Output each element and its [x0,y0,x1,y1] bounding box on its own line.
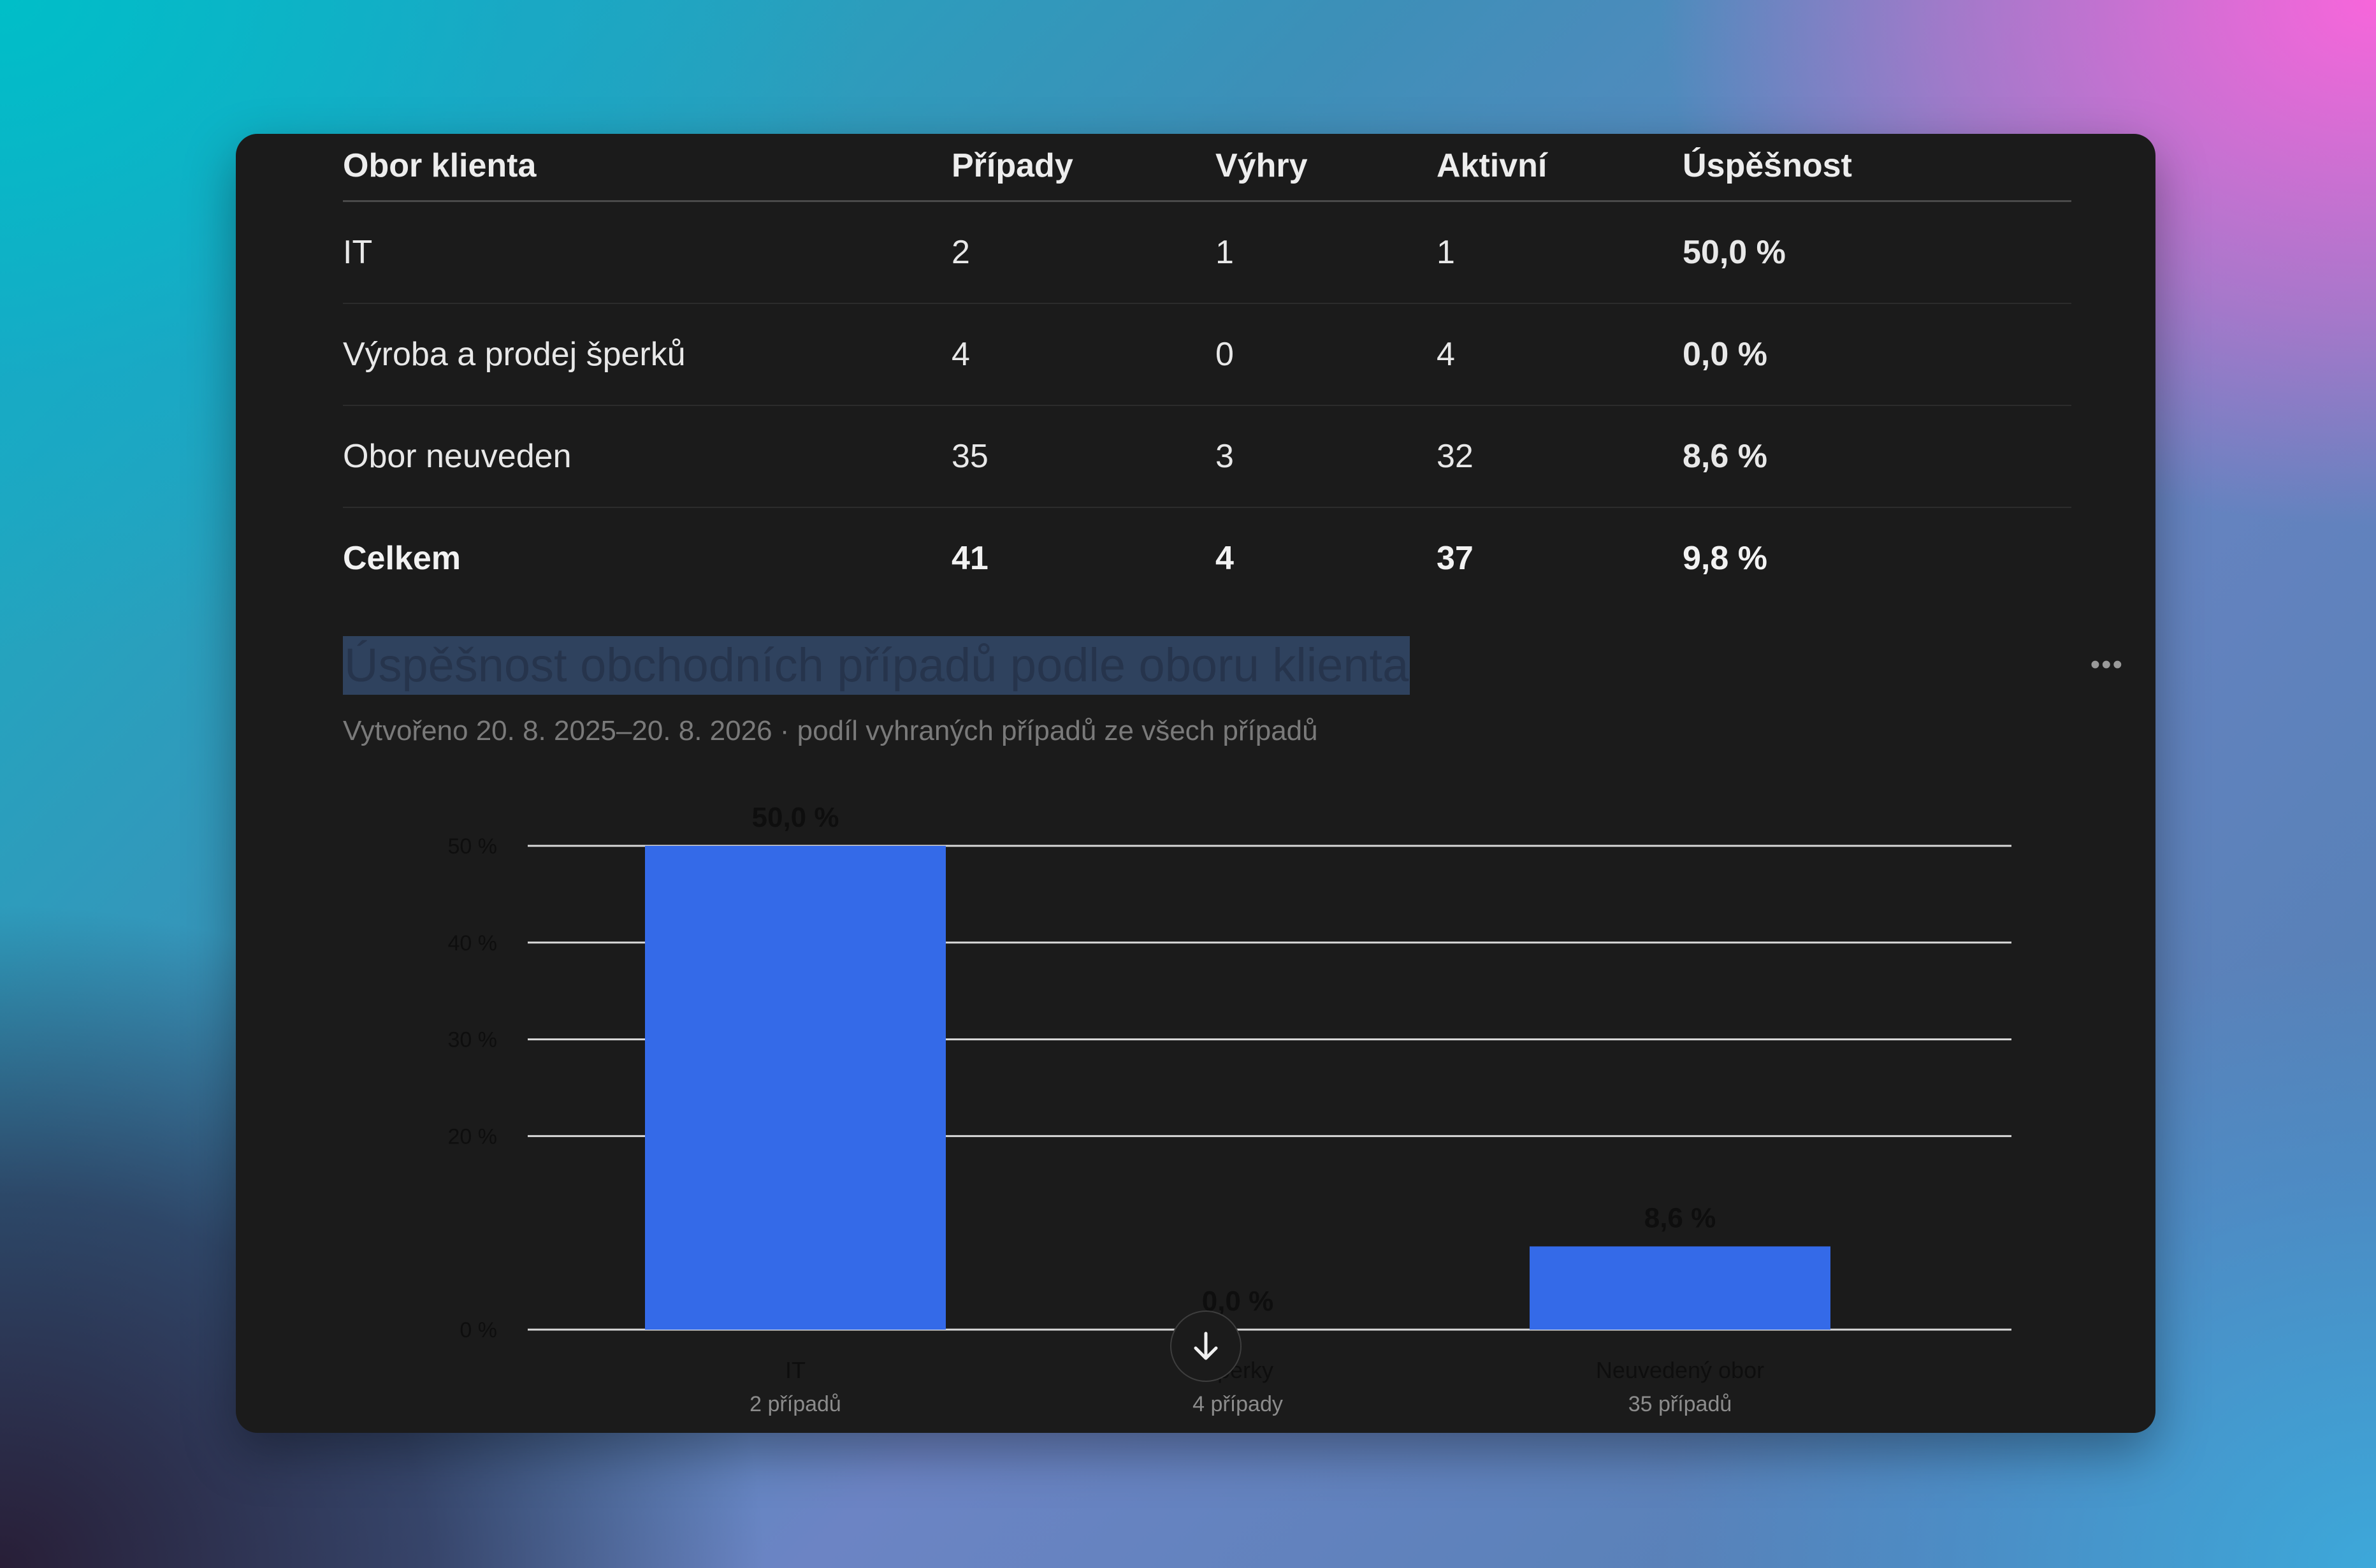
x-tick-sublabel: 2 případů [750,1392,841,1416]
bar-chart: 0 %20 %30 %40 %50 %50,0 %IT2 případů0,0 … [448,802,2011,1416]
bar [645,846,946,1330]
x-tick-sublabel: 35 případů [1628,1392,1732,1416]
data-label: 8,6 % [1644,1202,1716,1233]
y-tick-label: 0 % [460,1318,497,1342]
x-tick-label: Neuvedený obor [1596,1357,1764,1383]
y-tick-label: 40 % [448,931,498,955]
report-card: Obor klienta Případy Výhry Aktivní Úspěš… [236,134,2155,1433]
arrow-down-icon [1194,1332,1218,1360]
y-tick-label: 30 % [448,1028,498,1052]
y-tick-label: 20 % [448,1124,498,1149]
scroll-down-button[interactable] [1170,1310,1242,1382]
x-tick-label: IT [785,1357,806,1383]
x-tick-sublabel: 4 případy [1192,1392,1283,1416]
y-tick-label: 50 % [448,834,498,859]
data-label: 50,0 % [752,802,839,833]
bar [1530,1246,1830,1330]
